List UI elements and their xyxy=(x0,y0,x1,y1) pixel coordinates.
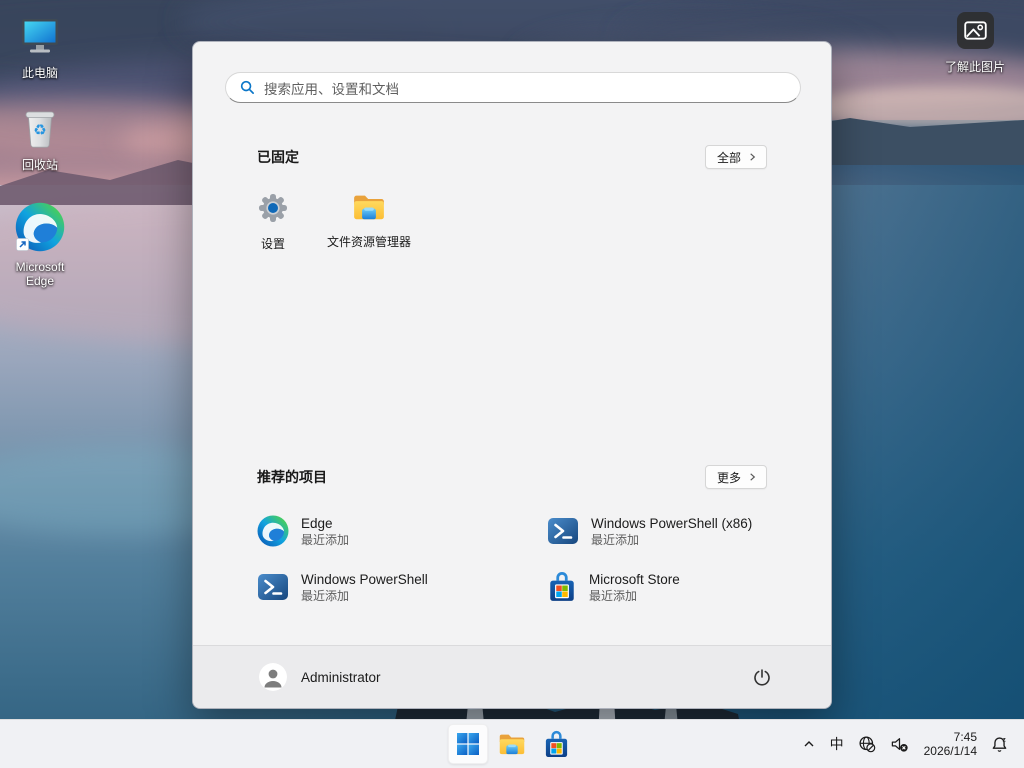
recommended-item-edge[interactable]: Edge 最近添加 xyxy=(257,503,547,559)
pinned-app-label: 文件资源管理器 xyxy=(327,233,411,250)
recycle-bin-icon: ♻ xyxy=(18,106,62,155)
notification-center-button[interactable]: z xyxy=(983,724,1016,764)
file-explorer-folder-icon xyxy=(498,732,526,756)
powershell-icon xyxy=(547,515,579,547)
network-status-button[interactable] xyxy=(851,724,883,764)
recommended-item-meta: 最近添加 xyxy=(591,532,752,548)
power-button[interactable] xyxy=(747,662,777,692)
recommended-more-button[interactable]: 更多 xyxy=(705,465,767,489)
volume-muted-icon xyxy=(890,735,909,753)
microsoft-store-icon xyxy=(543,730,570,759)
recommended-item-title: Windows PowerShell xyxy=(301,571,428,588)
pinned-app-label: 设置 xyxy=(261,235,285,252)
chevron-up-icon xyxy=(802,737,816,751)
user-account-button[interactable]: Administrator xyxy=(259,663,381,691)
powershell-icon xyxy=(257,571,289,603)
power-icon xyxy=(753,668,771,686)
pinned-app-file-explorer[interactable]: 文件资源管理器 xyxy=(321,188,417,258)
desktop-icon-label: 回收站 xyxy=(22,158,58,172)
picture-info-icon xyxy=(957,12,994,54)
user-name: Administrator xyxy=(301,670,381,685)
pinned-all-button[interactable]: 全部 xyxy=(705,145,767,169)
clock-date: 2026/1/14 xyxy=(924,744,977,759)
recommended-item-title: Windows PowerShell (x86) xyxy=(591,515,752,532)
settings-gear-icon xyxy=(257,192,289,229)
ime-indicator-button[interactable]: 中 xyxy=(823,724,851,764)
windows-logo-icon xyxy=(457,733,479,755)
recommended-section-title: 推荐的项目 xyxy=(257,467,327,487)
start-menu-footer: Administrator xyxy=(193,645,831,708)
shortcut-arrow-icon xyxy=(16,238,29,256)
desktop-icon-label: Microsoft Edge xyxy=(0,260,80,288)
recommended-item-microsoft-store[interactable]: Microsoft Store 最近添加 xyxy=(547,559,769,615)
search-placeholder: 搜索应用、设置和文档 xyxy=(264,78,399,98)
start-menu: 搜索应用、设置和文档 已固定 全部 xyxy=(192,41,832,709)
svg-text:♻: ♻ xyxy=(33,121,46,139)
desktop-icon-this-pc[interactable]: 此电脑 xyxy=(0,14,80,80)
ime-label: 中 xyxy=(830,734,844,754)
notification-bell-dnd-icon: z xyxy=(990,735,1009,754)
tray-show-hidden-icons-button[interactable] xyxy=(795,724,823,764)
file-explorer-folder-icon xyxy=(352,192,386,227)
desktop-icon-microsoft-edge[interactable]: Microsoft Edge xyxy=(0,202,80,288)
recommended-item-title: Microsoft Store xyxy=(589,571,680,588)
this-pc-icon xyxy=(18,14,62,63)
desktop-icon-label: 此电脑 xyxy=(22,66,58,80)
desktop-icon-recycle-bin[interactable]: ♻ 回收站 xyxy=(0,106,80,172)
clock-time: 7:45 xyxy=(924,730,977,745)
no-internet-globe-icon xyxy=(858,735,876,753)
edge-icon xyxy=(257,515,289,547)
taskbar-clock[interactable]: 7:45 2026/1/14 xyxy=(916,730,983,759)
recommended-item-title: Edge xyxy=(301,515,349,532)
volume-button[interactable] xyxy=(883,724,916,764)
recommended-item-powershell-x86[interactable]: Windows PowerShell (x86) 最近添加 xyxy=(547,503,769,559)
search-input[interactable]: 搜索应用、设置和文档 xyxy=(225,72,801,103)
taskbar: 中 xyxy=(0,719,1024,768)
recommended-item-powershell[interactable]: Windows PowerShell 最近添加 xyxy=(257,559,547,615)
recommended-item-meta: 最近添加 xyxy=(589,588,680,604)
taskbar-microsoft-store-button[interactable] xyxy=(536,724,576,764)
recommended-item-meta: 最近添加 xyxy=(301,532,349,548)
svg-text:z: z xyxy=(1003,736,1007,743)
start-button[interactable] xyxy=(448,724,488,764)
recommended-item-meta: 最近添加 xyxy=(301,588,428,604)
user-avatar-icon xyxy=(259,663,287,691)
pinned-app-settings[interactable]: 设置 xyxy=(225,188,321,258)
microsoft-store-icon xyxy=(547,571,577,603)
search-icon xyxy=(240,80,255,95)
pinned-section-title: 已固定 xyxy=(257,147,299,167)
learn-picture-label: 了解此图片 xyxy=(945,60,1005,74)
chevron-right-icon xyxy=(748,472,757,482)
taskbar-file-explorer-button[interactable] xyxy=(492,724,532,764)
edge-icon xyxy=(15,202,65,257)
desktop: 此电脑 ♻ 回收站 xyxy=(0,0,1024,768)
chevron-right-icon xyxy=(748,152,757,162)
learn-about-picture-button[interactable]: 了解此图片 xyxy=(939,12,1011,74)
